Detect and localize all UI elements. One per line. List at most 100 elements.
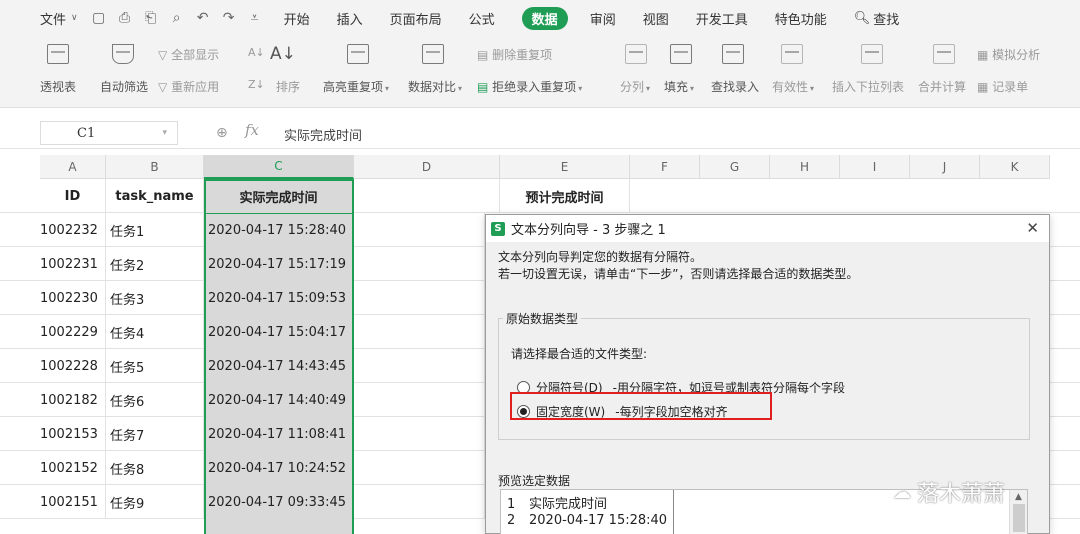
- cell-id[interactable]: 1002229: [40, 315, 106, 349]
- print-icon[interactable]: ⎗: [144, 10, 158, 26]
- tab-insert[interactable]: 插入: [337, 9, 363, 28]
- cell[interactable]: [354, 417, 485, 451]
- cell[interactable]: [354, 383, 485, 417]
- cell[interactable]: [354, 485, 485, 519]
- column-header-h[interactable]: H: [770, 155, 840, 179]
- cell[interactable]: [354, 247, 485, 281]
- undo-icon[interactable]: ↶: [196, 10, 210, 26]
- lookup-entry-button[interactable]: 查找录入: [711, 78, 759, 95]
- column-header-j[interactable]: J: [910, 155, 980, 179]
- tab-developer[interactable]: 开发工具: [696, 9, 748, 28]
- cell-id[interactable]: 1002152: [40, 451, 106, 485]
- name-box[interactable]: C1 ▾: [40, 121, 178, 145]
- cell-actual-time[interactable]: 2020-04-17 10:24:52: [204, 451, 354, 485]
- lookup-entry-icon[interactable]: [722, 44, 744, 64]
- show-all-button[interactable]: ▽ 全部显示: [158, 46, 219, 63]
- dialog-titlebar[interactable]: S 文本分列向导 - 3 步骤之 1 ✕: [486, 215, 1049, 242]
- preview-scrollbar[interactable]: ▲: [1009, 490, 1027, 534]
- consolidate-button[interactable]: 合并计算: [918, 78, 966, 95]
- cell[interactable]: [354, 213, 485, 247]
- cell-id[interactable]: 1002151: [40, 485, 106, 519]
- cell-task-name[interactable]: 任务5: [106, 349, 204, 383]
- cell-actual-time[interactable]: [204, 519, 354, 534]
- insert-dropdown-button[interactable]: 插入下拉列表: [832, 78, 904, 95]
- reapply-button[interactable]: ▽ 重新应用: [158, 78, 219, 95]
- close-icon[interactable]: ✕: [1026, 219, 1039, 237]
- column-header-f[interactable]: F: [630, 155, 700, 179]
- column-header-k[interactable]: K: [980, 155, 1050, 179]
- cell-actual-time[interactable]: 2020-04-17 15:17:19: [204, 247, 354, 281]
- cell-actual-time[interactable]: 2020-04-17 11:08:41: [204, 417, 354, 451]
- sort-desc-icon[interactable]: Z↓: [248, 78, 265, 91]
- chevron-down-icon[interactable]: ▾: [162, 128, 167, 138]
- cell-task-name[interactable]: 任务7: [106, 417, 204, 451]
- cell-id[interactable]: 1002232: [40, 213, 106, 247]
- customize-icon[interactable]: ⩡: [248, 10, 262, 26]
- formula-content[interactable]: 实际完成时间: [284, 125, 362, 144]
- column-header-b[interactable]: B: [106, 155, 204, 179]
- fill-icon[interactable]: [670, 44, 692, 64]
- column-header-c[interactable]: C: [204, 155, 354, 179]
- reject-duplicates-button[interactable]: ▤ 拒绝录入重复项 ▾: [477, 78, 582, 95]
- autofilter-button[interactable]: 自动筛选: [100, 78, 148, 95]
- split-column-icon[interactable]: [625, 44, 647, 64]
- cell-id[interactable]: 1002182: [40, 383, 106, 417]
- pivot-table-icon[interactable]: [47, 44, 69, 64]
- cell-actual-time[interactable]: 2020-04-17 14:43:45: [204, 349, 354, 383]
- column-header-a[interactable]: A: [40, 155, 106, 179]
- scroll-up-icon[interactable]: ▲: [1015, 492, 1022, 502]
- cell[interactable]: [354, 349, 485, 383]
- print-preview-icon[interactable]: ⌕: [170, 10, 184, 26]
- highlight-duplicates-button[interactable]: 高亮重复项 ▾: [323, 78, 389, 95]
- cell[interactable]: [354, 179, 500, 213]
- cell[interactable]: [354, 315, 485, 349]
- data-compare-icon[interactable]: [422, 44, 444, 64]
- tab-review[interactable]: 审阅: [590, 9, 616, 28]
- fx-icon[interactable]: fx: [245, 121, 259, 139]
- tab-special-features[interactable]: 特色功能: [775, 9, 827, 28]
- cell-id-header[interactable]: ID: [40, 179, 106, 213]
- redo-icon[interactable]: ↷: [222, 10, 236, 26]
- cell-id[interactable]: 1002153: [40, 417, 106, 451]
- consolidate-icon[interactable]: [933, 44, 955, 64]
- tab-view[interactable]: 视图: [643, 9, 669, 28]
- autofilter-icon[interactable]: [112, 44, 134, 64]
- cell[interactable]: [354, 281, 485, 315]
- cell-id[interactable]: 1002228: [40, 349, 106, 383]
- cell-actual-time[interactable]: 2020-04-17 15:28:40: [204, 213, 354, 247]
- search-tab[interactable]: 🔍︎ 查找: [854, 9, 900, 28]
- cell-actual-time-header[interactable]: 实际完成时间: [204, 179, 354, 213]
- tab-home[interactable]: 开始: [284, 9, 310, 28]
- column-header-e[interactable]: E: [500, 155, 630, 179]
- tab-page-layout[interactable]: 页面布局: [390, 9, 442, 28]
- export-icon[interactable]: ⎙: [118, 10, 132, 26]
- highlight-duplicates-icon[interactable]: [347, 44, 369, 64]
- sort-asc-icon[interactable]: A↓: [248, 46, 265, 59]
- cell-id[interactable]: 1002230: [40, 281, 106, 315]
- cell-task-name[interactable]: 任务6: [106, 383, 204, 417]
- fill-button[interactable]: 填充 ▾: [664, 78, 694, 95]
- cell-task-name[interactable]: 任务9: [106, 485, 204, 519]
- scrollbar-thumb[interactable]: [1013, 504, 1025, 532]
- pivot-table-button[interactable]: 透视表: [40, 78, 76, 95]
- cell-task-name[interactable]: 任务3: [106, 281, 204, 315]
- data-compare-button[interactable]: 数据对比 ▾: [408, 78, 462, 95]
- column-header-g[interactable]: G: [700, 155, 770, 179]
- cell-planned-time-header[interactable]: 预计完成时间: [500, 179, 630, 213]
- cell-task-name[interactable]: 任务2: [106, 247, 204, 281]
- record-form-button[interactable]: ▦ 记录单: [977, 78, 1028, 95]
- sort-button[interactable]: 排序: [276, 78, 300, 95]
- validity-button[interactable]: 有效性 ▾: [772, 78, 814, 95]
- cell-task-name-header[interactable]: task_name: [106, 179, 204, 213]
- cell-actual-time[interactable]: 2020-04-17 15:04:17: [204, 315, 354, 349]
- tab-data[interactable]: 数据: [521, 6, 568, 30]
- delete-duplicates-button[interactable]: ▤ 删除重复项: [477, 46, 552, 63]
- validity-icon[interactable]: [781, 44, 803, 64]
- file-menu[interactable]: 文件 ∨: [40, 9, 78, 28]
- cell[interactable]: [354, 451, 485, 485]
- cell-task-name[interactable]: 任务8: [106, 451, 204, 485]
- cell-actual-time[interactable]: 2020-04-17 15:09:53: [204, 281, 354, 315]
- cell-actual-time[interactable]: 2020-04-17 09:33:45: [204, 485, 354, 519]
- split-column-button[interactable]: 分列 ▾: [620, 78, 650, 95]
- simulate-analysis-button[interactable]: ▦ 模拟分析: [977, 46, 1040, 63]
